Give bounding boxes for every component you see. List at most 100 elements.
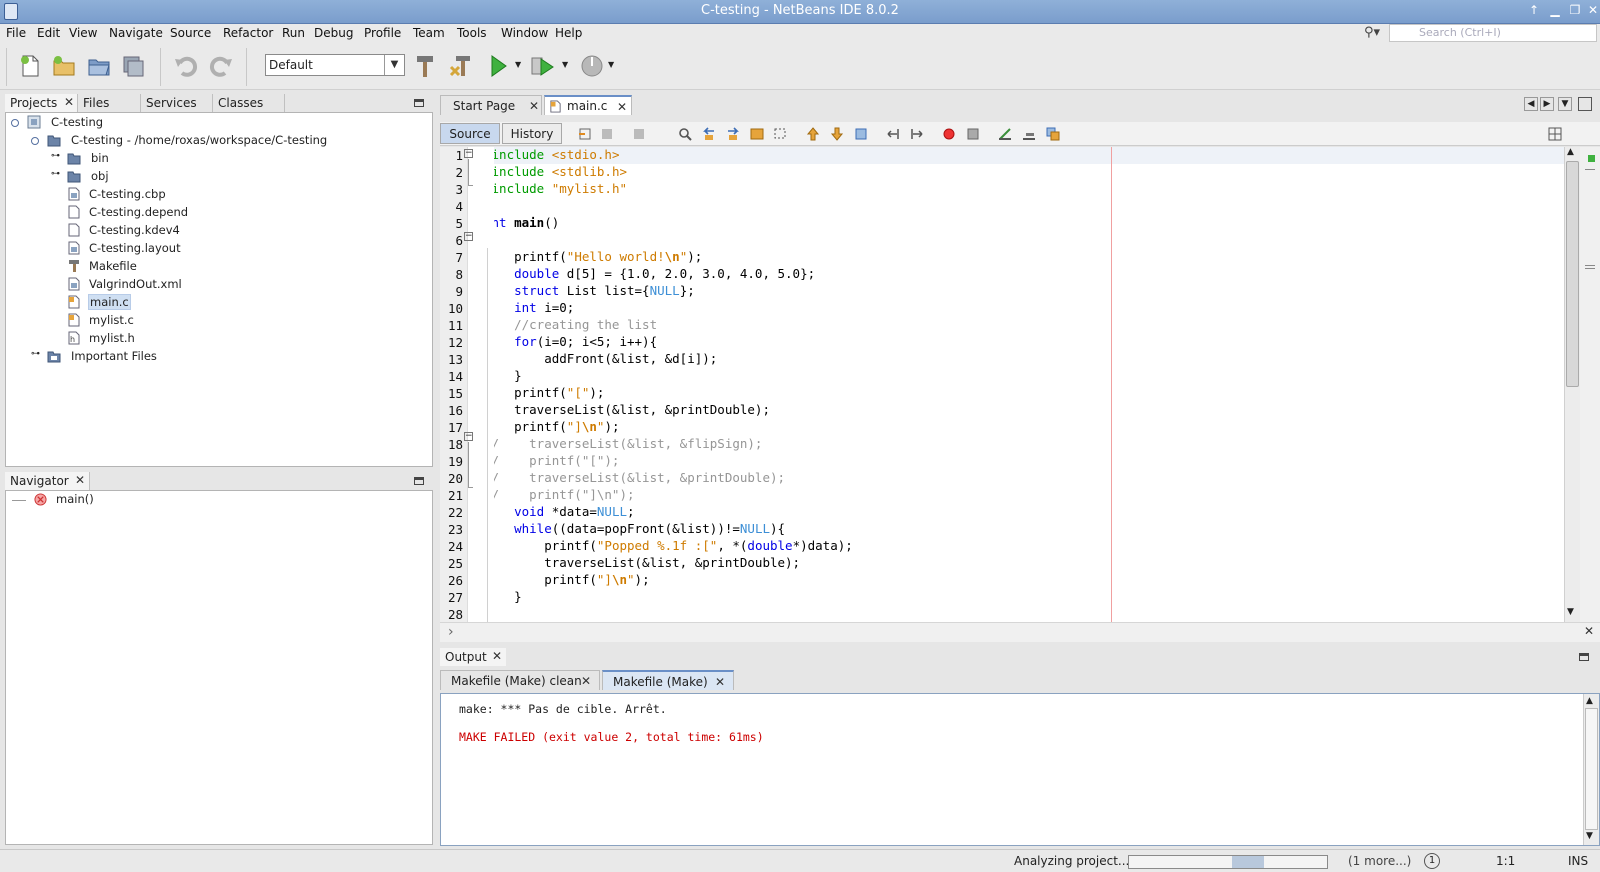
breadcrumb-chevron-icon[interactable]: ›	[448, 624, 454, 640]
close-icon[interactable]: ✕	[617, 100, 627, 114]
code-line[interactable]: // traverseList(&list, &flipSign);	[494, 436, 762, 453]
close-icon[interactable]: ✕	[581, 674, 591, 688]
window-close-button[interactable]: ✕	[1584, 3, 1600, 20]
debug-dropdown-icon[interactable]: ▼	[562, 60, 568, 69]
run-dropdown-icon[interactable]: ▼	[515, 60, 521, 69]
source-mode-button[interactable]: Source	[440, 123, 500, 144]
minimize-panel-icon[interactable]	[1579, 653, 1589, 661]
code-line[interactable]: }	[494, 589, 522, 606]
tab-services[interactable]: Services	[141, 94, 213, 112]
history-mode-button[interactable]: History	[502, 123, 562, 144]
code-line[interactable]: int main()	[494, 215, 559, 232]
chevron-down-icon[interactable]: ▼	[384, 55, 404, 75]
close-icon[interactable]: ✕	[529, 99, 539, 113]
line-number[interactable]: 27	[448, 590, 463, 605]
line-number[interactable]: 5	[455, 216, 463, 231]
tab-files[interactable]: Files	[78, 94, 141, 112]
new-project-icon[interactable]	[51, 53, 77, 79]
tab-makefile-make[interactable]: Makefile (Make) ✕	[602, 670, 734, 690]
window-minimize-button[interactable]: ▁	[1546, 3, 1564, 20]
code-line[interactable]: //creating the list	[494, 317, 657, 334]
fold-collapse-icon[interactable]: −	[464, 432, 473, 441]
profile-dropdown-icon[interactable]: ▼	[608, 60, 614, 69]
line-number[interactable]: 15	[448, 386, 463, 401]
code-line[interactable]: // traverseList(&list, &printDouble);	[494, 470, 785, 487]
notifications-icon[interactable]: 1	[1424, 853, 1440, 869]
tab-main-c[interactable]: main.c ✕	[544, 95, 632, 115]
tab-projects[interactable]: Projects ✕	[5, 94, 78, 112]
output-console[interactable]: make: *** Pas de cible. Arrêt. MAKE FAIL…	[440, 693, 1600, 846]
undo-icon[interactable]	[173, 53, 199, 79]
line-number[interactable]: 13	[448, 352, 463, 367]
shift-left-icon[interactable]	[886, 127, 900, 141]
window-up-icon[interactable]: ↑	[1525, 3, 1543, 20]
code-line[interactable]: double d[5] = {1.0, 2.0, 3.0, 4.0, 5.0};	[494, 266, 815, 283]
line-number[interactable]: 8	[455, 267, 463, 282]
show-opened-documents-icon[interactable]: ▼	[1558, 97, 1572, 111]
menu-run[interactable]: Run	[282, 26, 305, 40]
code-editor[interactable]: #include <stdio.h>#include <stdlib.h>#in…	[494, 147, 1564, 622]
scroll-tabs-left-icon[interactable]: ◀	[1524, 97, 1538, 111]
status-more-link[interactable]: (1 more...)	[1348, 854, 1411, 868]
line-number[interactable]: 9	[455, 284, 463, 299]
configuration-select[interactable]: Default ▼	[265, 54, 405, 76]
find-next-icon[interactable]	[726, 127, 740, 141]
comment-icon[interactable]	[998, 127, 1012, 141]
line-number[interactable]: 7	[455, 250, 463, 265]
menu-tools[interactable]: Tools	[457, 26, 487, 40]
code-line[interactable]: addFront(&list, &d[i]);	[494, 351, 717, 368]
last-edit-icon[interactable]	[578, 127, 592, 141]
line-number[interactable]: 16	[448, 403, 463, 418]
format-icon[interactable]	[1046, 127, 1060, 141]
stop-macro-icon[interactable]	[966, 127, 980, 141]
code-line[interactable]: #include <stdlib.h>	[494, 164, 627, 181]
line-number[interactable]: 21	[448, 488, 463, 503]
code-line[interactable]: printf("[");	[494, 385, 604, 402]
menu-view[interactable]: View	[69, 26, 97, 40]
forward-icon[interactable]	[632, 127, 646, 141]
scroll-up-icon[interactable]: ▲	[1567, 147, 1574, 157]
editor-scrollbar[interactable]: ▲ ▼	[1564, 147, 1580, 622]
close-icon[interactable]: ✕	[64, 95, 74, 109]
scroll-tabs-right-icon[interactable]: ▶	[1540, 97, 1554, 111]
find-icon[interactable]	[678, 127, 692, 141]
code-line[interactable]: // printf("]\n");	[494, 487, 635, 504]
uncomment-icon[interactable]	[1022, 127, 1036, 141]
menu-source[interactable]: Source	[170, 26, 211, 40]
code-line[interactable]: #include <stdio.h>	[494, 147, 619, 164]
line-number[interactable]: 18	[448, 437, 463, 452]
code-line[interactable]: struct List list={NULL};	[494, 283, 695, 300]
build-hammer-icon[interactable]	[413, 53, 439, 79]
tab-classes[interactable]: Classes	[213, 94, 285, 112]
rect-selection-icon[interactable]	[774, 127, 788, 141]
code-line[interactable]: for(i=0; i<5; i++){	[494, 334, 657, 351]
menu-navigate[interactable]: Navigate	[109, 26, 163, 40]
open-project-icon[interactable]	[86, 53, 112, 79]
line-number[interactable]: 24	[448, 539, 463, 554]
close-icon[interactable]: ✕	[492, 649, 502, 663]
debug-project-icon[interactable]	[530, 53, 556, 79]
line-number[interactable]: 6	[455, 233, 463, 248]
line-number[interactable]: 10	[448, 301, 463, 316]
line-number[interactable]: 11	[448, 318, 463, 333]
code-line[interactable]: printf("Popped %.1f :[", *(double*)data)…	[494, 538, 853, 555]
search-input[interactable]: ⚲▾ Search (Ctrl+I)	[1364, 24, 1597, 42]
code-line[interactable]: printf("Hello world!\n");	[494, 249, 702, 266]
tab-start-page[interactable]: Start Page ✕	[440, 95, 542, 115]
split-editor-icon[interactable]	[1548, 127, 1562, 141]
find-previous-icon[interactable]	[702, 127, 716, 141]
code-line[interactable]: while((data=popFront(&list))!=NULL){	[494, 521, 785, 538]
menu-edit[interactable]: Edit	[37, 26, 60, 40]
scrollbar-thumb[interactable]	[1566, 161, 1579, 387]
fold-collapse-icon[interactable]: −	[464, 149, 473, 158]
scroll-down-icon[interactable]: ▼	[1567, 607, 1574, 617]
code-line[interactable]: printf("]\n");	[494, 572, 649, 589]
code-line[interactable]: // printf("[");	[494, 453, 619, 470]
menu-debug[interactable]: Debug	[314, 26, 353, 40]
menu-file[interactable]: File	[6, 26, 26, 40]
scroll-down-icon[interactable]: ▼	[1586, 831, 1593, 841]
menu-team[interactable]: Team	[413, 26, 445, 40]
close-icon[interactable]: ✕	[715, 675, 725, 689]
menu-help[interactable]: Help	[555, 26, 582, 40]
close-icon[interactable]: ✕	[1584, 624, 1594, 638]
